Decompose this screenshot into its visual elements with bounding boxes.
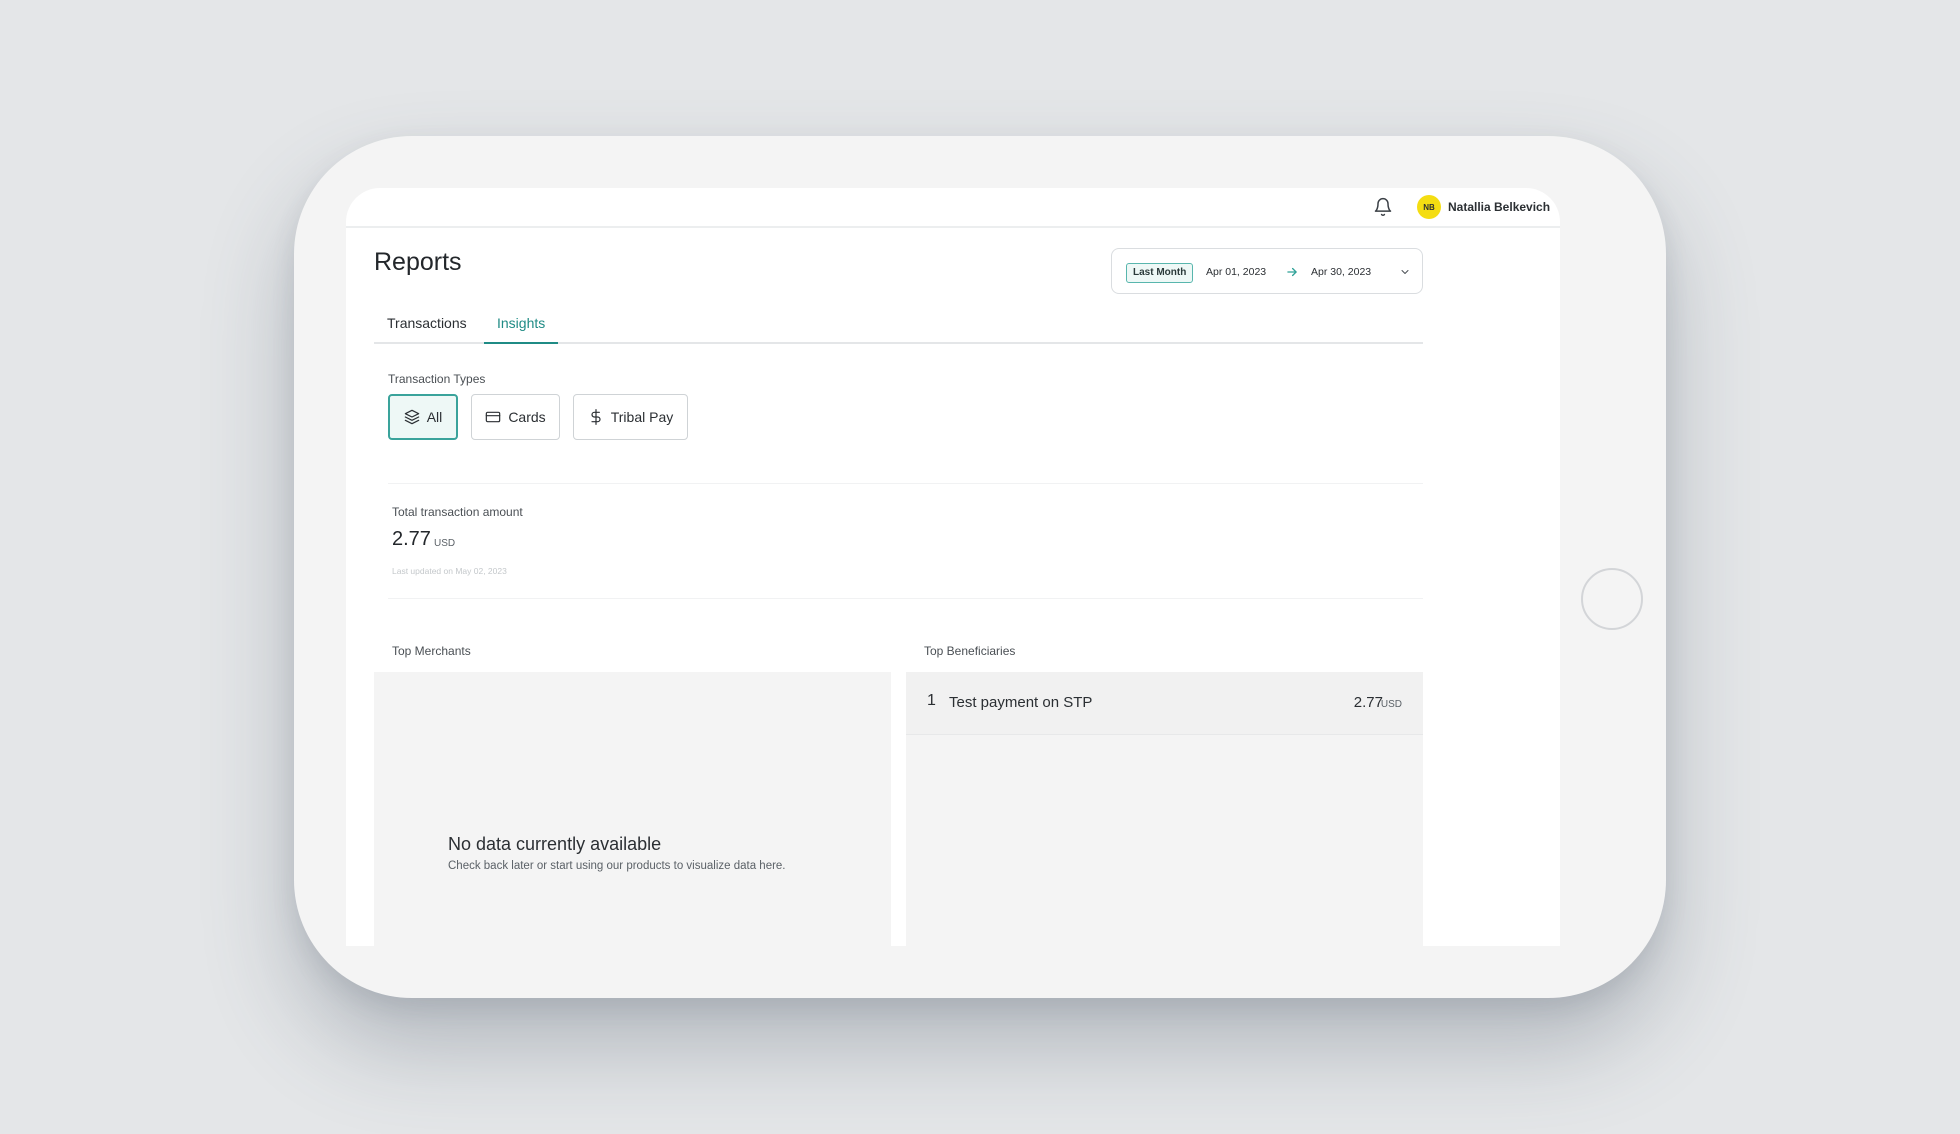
top-beneficiaries-title: Top Beneficiaries (924, 644, 1016, 658)
report-tabs: Transactions Insights (374, 310, 1423, 344)
filter-all-label: All (426, 409, 443, 425)
layers-icon (404, 409, 419, 425)
beneficiary-amount: 2.77 (1353, 694, 1383, 711)
chevron-down-icon[interactable] (1399, 266, 1411, 278)
last-updated-text: Last updated on May 02, 2023 (392, 566, 507, 576)
tab-transactions[interactable]: Transactions (374, 310, 480, 342)
total-amount-currency: USD (434, 538, 456, 549)
bell-icon[interactable] (1373, 197, 1393, 217)
filter-all-button[interactable]: All (388, 394, 458, 440)
date-start: Apr 01, 2023 (1206, 266, 1267, 278)
beneficiary-name: Test payment on STP (949, 694, 1093, 711)
empty-state-subtitle: Check back later or start using our prod… (448, 860, 786, 872)
page-title: Reports (374, 248, 462, 276)
app-screen: NB Natallia Belkevich Reports Last Month… (346, 188, 1560, 946)
tablet-frame: NB Natallia Belkevich Reports Last Month… (294, 136, 1666, 998)
top-beneficiaries-panel: Top Beneficiaries 1 Test payment on STP … (906, 634, 1423, 946)
divider (388, 483, 1423, 484)
top-merchants-empty-state: No data currently available Check back l… (374, 672, 891, 946)
period-badge: Last Month (1126, 263, 1194, 283)
filter-cards-button[interactable]: Cards (471, 394, 560, 440)
tab-insights[interactable]: Insights (484, 310, 559, 344)
top-bar: NB Natallia Belkevich (346, 188, 1560, 228)
top-beneficiaries-list: 1 Test payment on STP 2.77 USD (906, 672, 1423, 946)
list-item[interactable]: 1 Test payment on STP 2.77 USD (906, 672, 1423, 735)
arrow-right-icon (1287, 267, 1297, 277)
filter-tribal-pay-label: Tribal Pay (610, 409, 674, 425)
top-merchants-title: Top Merchants (392, 644, 471, 658)
dollar-icon (591, 409, 601, 425)
transaction-types-label: Transaction Types (388, 372, 486, 386)
empty-state-title: No data currently available (448, 834, 662, 854)
total-amount-value: 2.77 (392, 528, 431, 550)
tablet-home-button (1581, 568, 1643, 630)
divider (388, 598, 1423, 599)
total-amount-card: Total transaction amount 2.77 USD Last u… (374, 496, 1423, 588)
date-range-picker[interactable]: Last Month Apr 01, 2023 Apr 30, 2023 (1111, 248, 1423, 294)
beneficiary-currency: USD (1380, 699, 1402, 710)
avatar[interactable]: NB (1417, 195, 1441, 219)
filter-cards-label: Cards (508, 409, 546, 425)
total-amount-label: Total transaction amount (392, 505, 523, 519)
credit-card-icon (486, 411, 501, 423)
date-end: Apr 30, 2023 (1311, 266, 1372, 278)
user-name[interactable]: Natallia Belkevich (1448, 200, 1550, 214)
filter-tribal-pay-button[interactable]: Tribal Pay (573, 394, 688, 440)
beneficiary-rank: 1 (927, 692, 936, 709)
top-merchants-panel: Top Merchants No data currently availabl… (374, 634, 891, 946)
